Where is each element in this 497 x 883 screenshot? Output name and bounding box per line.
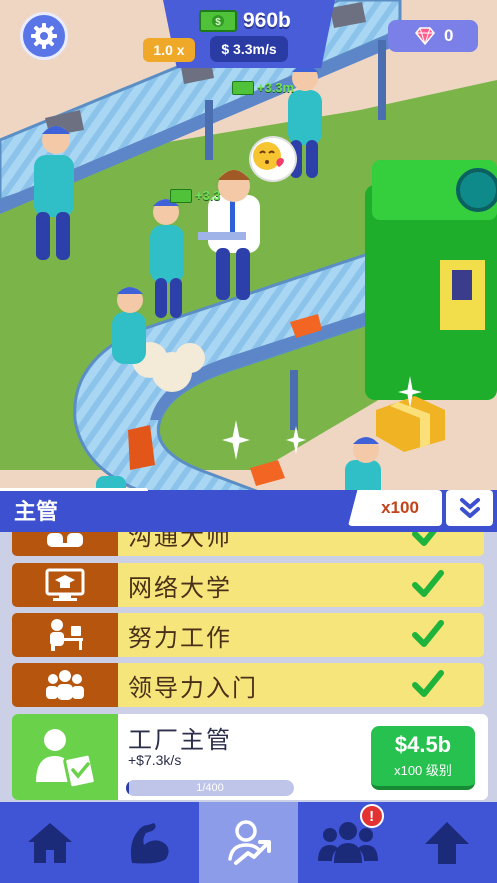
- nav-tab-home[interactable]: [0, 802, 99, 883]
- income-popup-text: +3.3: [195, 188, 221, 203]
- nav-tab-strength[interactable]: [99, 802, 198, 883]
- settings-button[interactable]: [20, 12, 68, 60]
- gem-icon: [415, 27, 435, 45]
- panel-title: 主管: [14, 499, 59, 524]
- gear-icon: [31, 23, 57, 49]
- progress-label: 1/400: [196, 782, 224, 794]
- cash-amount: 960b: [243, 9, 291, 32]
- skill-text-cell: 努力工作: [118, 613, 484, 657]
- income-popup: +3.3m: [232, 80, 294, 95]
- skill-label: 努力工作: [128, 624, 232, 652]
- income-rate-badge: $ 3.3m/s: [210, 36, 288, 62]
- skill-row: 网络大学: [12, 563, 484, 607]
- skill-icon-cell: [12, 613, 118, 657]
- manager-income: +$7.3k/s: [128, 752, 182, 768]
- skill-icon-cell: [12, 563, 118, 607]
- kiss-emoji-icon: [253, 142, 284, 170]
- cash-stack-icon: $: [199, 10, 237, 32]
- collapse-panel-button[interactable]: [446, 490, 493, 526]
- check-icon: [412, 532, 437, 546]
- online-course-icon: [45, 568, 85, 601]
- skill-row: 沟通大师: [12, 532, 484, 556]
- svg-text:$: $: [215, 17, 221, 28]
- skill-row: 领导力入门: [12, 663, 484, 707]
- skill-text-cell: 沟通大师: [118, 532, 484, 556]
- double-chevron-down-icon: [459, 498, 480, 518]
- skill-text-cell: 网络大学: [118, 563, 484, 607]
- buy-manager-button[interactable]: $4.5b x100 级别: [371, 726, 475, 790]
- income-popup-text: +3.3m: [257, 80, 295, 95]
- manager-certificate-icon: [36, 729, 97, 788]
- gem-count: 0: [444, 26, 454, 45]
- manager-icon: [228, 819, 272, 865]
- muscle-icon: [130, 822, 169, 863]
- cash-bill-icon: [232, 80, 254, 95]
- manager-icon-cell: [12, 714, 118, 800]
- multiplier-badge: 1.0 x: [143, 38, 195, 62]
- skill-icon-cell: [12, 663, 118, 707]
- notification-badge: !: [359, 804, 384, 828]
- cash-display: $ 960b: [199, 6, 291, 36]
- skill-text-cell: 领导力入门: [118, 663, 484, 707]
- nav-tab-upgrades[interactable]: [398, 802, 497, 883]
- desk-worker-icon: [50, 619, 83, 651]
- manager-card: 工厂主管 +$7.3k/s 1/400 $4.5b x100 级别: [12, 714, 488, 800]
- skill-label: 领导力入门: [128, 674, 258, 702]
- upgrade-arrow-icon: [425, 821, 470, 864]
- skill-row: 努力工作: [12, 613, 484, 657]
- check-icon: [412, 620, 444, 647]
- meeting-icon: [47, 533, 83, 547]
- manager-level-progress: 1/400: [126, 780, 294, 796]
- cash-bill-icon: [170, 188, 192, 203]
- factory-scene: +3.3m +3.3: [0, 0, 497, 500]
- bottom-nav: !: [0, 802, 497, 883]
- buy-amount-button[interactable]: x100: [348, 490, 442, 526]
- manager-name: 工厂主管: [128, 727, 232, 754]
- skill-label: 沟通大师: [128, 532, 232, 551]
- check-icon: [412, 670, 444, 697]
- boss-speech-bubble: [249, 136, 297, 182]
- skill-label: 网络大学: [128, 574, 232, 602]
- gem-counter[interactable]: 0: [388, 20, 478, 52]
- skill-icon-cell: [12, 532, 118, 556]
- buy-level-label: x100 级别: [394, 763, 452, 778]
- team-icon: [46, 670, 84, 700]
- home-icon: [27, 822, 72, 863]
- income-popup: +3.3: [170, 188, 221, 203]
- nav-tab-staff[interactable]: !: [298, 802, 397, 883]
- buy-price: $4.5b: [394, 732, 452, 757]
- nav-tab-manager[interactable]: [198, 802, 299, 883]
- check-icon: [412, 570, 444, 597]
